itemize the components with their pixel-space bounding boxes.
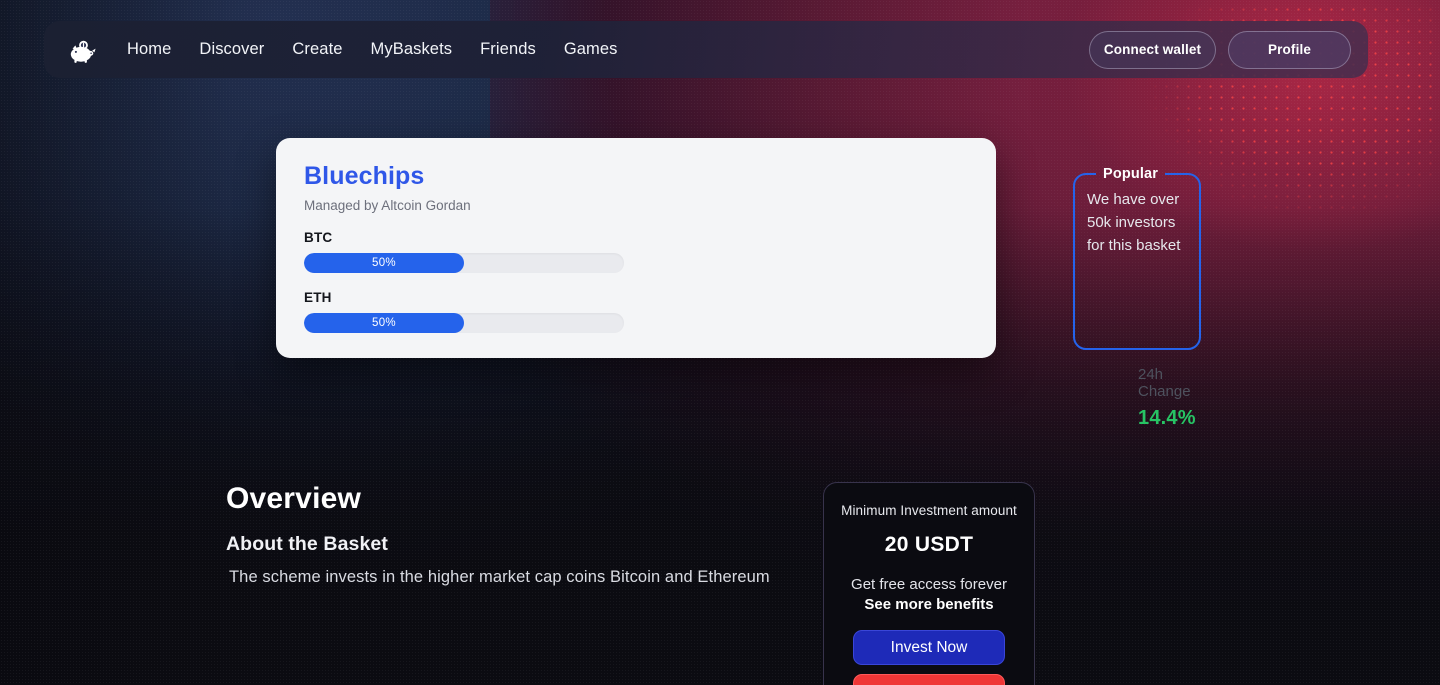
allocation-percent-label: 50% — [372, 257, 396, 269]
nav-link-discover[interactable]: Discover — [199, 40, 264, 59]
nav-link-friends[interactable]: Friends — [480, 40, 536, 59]
page-title: Overview — [226, 482, 362, 515]
invest-now-button[interactable]: Invest Now — [853, 630, 1005, 665]
nav-link-create[interactable]: Create — [292, 40, 342, 59]
popular-text: We have over 50k investors for this bask… — [1087, 191, 1181, 254]
profile-button[interactable]: Profile — [1228, 30, 1351, 69]
popular-legend: Popular — [1103, 166, 1159, 182]
free-access-text: Get free access forever — [851, 576, 1007, 593]
popular-card: Popular We have over 50k investors for t… — [1073, 166, 1201, 350]
see-more-benefits-link[interactable]: See more benefits — [840, 596, 1018, 613]
allocation-progress-track: 50% — [304, 313, 624, 333]
change-value: 14.4% — [1138, 407, 1196, 429]
piggy-bank-icon[interactable] — [63, 30, 103, 70]
basket-manager: Managed by Altcoin Gordan — [304, 198, 471, 213]
investment-card: Minimum Investment amount 20 USDT Get fr… — [823, 482, 1035, 685]
allocation-progress-fill: 50% — [304, 313, 464, 333]
secondary-action-button[interactable] — [853, 674, 1005, 685]
allocation-progress-fill: 50% — [304, 253, 464, 273]
basket-title: Bluechips — [304, 162, 425, 190]
allocation-symbol: ETH — [304, 290, 332, 305]
minimum-investment-amount: 20 USDT — [884, 533, 974, 556]
allocation-row-btc: BTC 50% — [304, 230, 968, 273]
nav-link-games[interactable]: Games — [564, 40, 618, 59]
allocation-symbol: BTC — [304, 230, 333, 245]
allocation-progress-track: 50% — [304, 253, 624, 273]
main-navbar: Home Discover Create MyBaskets Friends G… — [44, 21, 1368, 78]
minimum-investment-label: Minimum Investment amount — [841, 503, 1017, 518]
basket-card: Bluechips Managed by Altcoin Gordan BTC … — [276, 138, 1196, 429]
nav-links: Home Discover Create MyBaskets Friends G… — [127, 40, 618, 59]
nav-actions: Connect wallet Profile — [1089, 30, 1351, 69]
change-block: 24h Change 14.4% — [1138, 366, 1196, 430]
connect-wallet-button[interactable]: Connect wallet — [1089, 30, 1216, 69]
about-text: The scheme invests in the higher market … — [229, 568, 770, 586]
allocation-percent-label: 50% — [372, 317, 396, 329]
change-label: 24h Change — [1138, 366, 1191, 400]
nav-link-home[interactable]: Home — [127, 40, 171, 59]
about-heading: About the Basket — [226, 533, 388, 555]
allocation-row-eth: ETH 50% — [304, 290, 968, 333]
nav-link-mybaskets[interactable]: MyBaskets — [371, 40, 453, 59]
